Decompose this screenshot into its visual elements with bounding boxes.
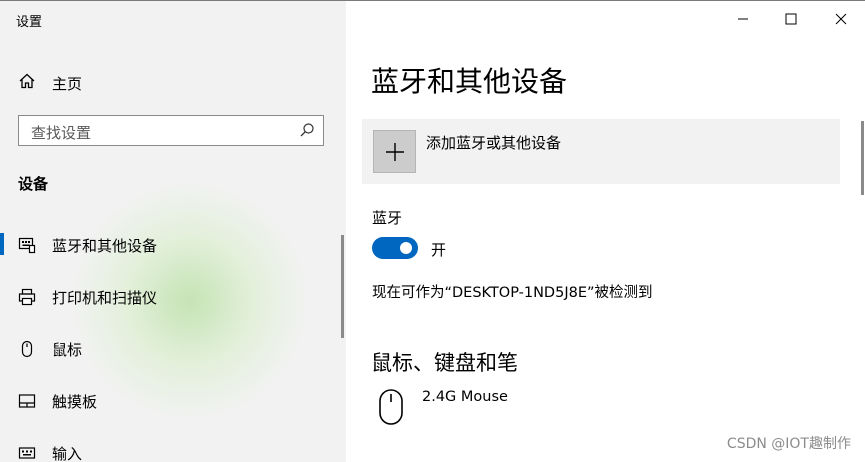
plus-icon	[373, 130, 416, 173]
device-item[interactable]: 2.4G Mouse	[378, 388, 778, 428]
watermark: CSDN @IOT趣制作	[726, 436, 851, 452]
sidebar-item-label: 打印机和扫描仪	[52, 289, 158, 307]
sidebar-item-label: 输入	[52, 445, 83, 462]
maximize-button[interactable]	[776, 6, 806, 32]
bluetooth-label: 蓝牙	[372, 209, 403, 227]
touchpad-icon	[18, 392, 36, 410]
main-scrollbar[interactable]	[861, 121, 864, 195]
devices-section-title: 鼠标、键盘和笔	[371, 351, 518, 375]
printer-icon	[18, 288, 36, 306]
selected-indicator	[0, 233, 4, 255]
mouse-icon	[18, 340, 36, 358]
bluetooth-state-label: 开	[431, 241, 447, 259]
sidebar-item-printers[interactable]: 打印机和扫描仪	[0, 280, 340, 314]
toggle-knob	[400, 242, 412, 254]
search-input[interactable]: 查找设置	[18, 115, 324, 146]
add-device-label: 添加蓝牙或其他设备	[426, 134, 562, 152]
add-device-button[interactable]: 添加蓝牙或其他设备	[362, 119, 840, 184]
search-icon[interactable]	[299, 122, 315, 142]
maximize-icon	[785, 10, 797, 29]
close-icon	[835, 10, 847, 29]
search-placeholder: 查找设置	[31, 124, 92, 142]
sidebar-item-mouse[interactable]: 鼠标	[0, 332, 340, 366]
close-button[interactable]	[826, 6, 856, 32]
sidebar: 设置 主页 查找设置 设备 蓝牙和其他设备 打印机和扫描仪 鼠标 触摸板 输入	[0, 1, 346, 462]
nav-home[interactable]: 主页	[18, 71, 82, 95]
discoverable-text: 现在可作为“DESKTOP-1ND5J8E”被检测到	[372, 285, 653, 301]
sidebar-item-label: 蓝牙和其他设备	[52, 237, 158, 255]
nav-home-label: 主页	[52, 74, 83, 93]
sidebar-item-touchpad[interactable]: 触摸板	[0, 384, 340, 418]
app-title: 设置	[16, 15, 43, 30]
bluetooth-devices-icon	[18, 236, 36, 254]
bluetooth-toggle[interactable]	[372, 237, 418, 259]
keyboard-icon	[18, 444, 36, 462]
sidebar-item-label: 触摸板	[52, 393, 98, 411]
mouse-icon	[378, 388, 404, 430]
sidebar-scrollbar[interactable]	[341, 235, 344, 338]
sidebar-item-bluetooth[interactable]: 蓝牙和其他设备	[0, 228, 340, 262]
minimize-icon	[737, 10, 749, 29]
home-icon	[18, 72, 36, 94]
sidebar-item-typing[interactable]: 输入	[0, 436, 340, 462]
page-title: 蓝牙和其他设备	[371, 65, 568, 98]
sidebar-item-label: 鼠标	[52, 341, 83, 359]
section-title: 设备	[18, 175, 49, 193]
minimize-button[interactable]	[728, 6, 758, 32]
device-name: 2.4G Mouse	[422, 389, 508, 405]
